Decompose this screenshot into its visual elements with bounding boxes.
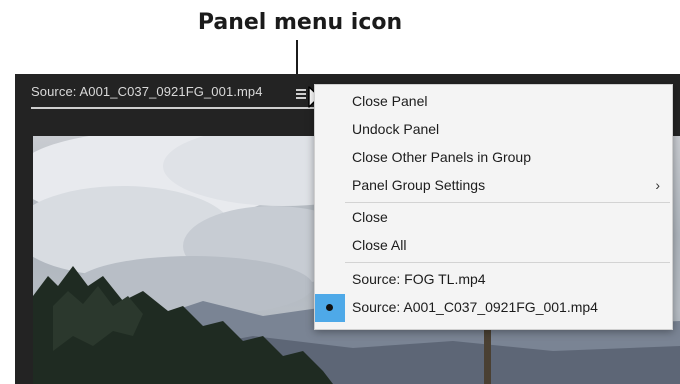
menu-separator bbox=[345, 202, 670, 203]
menu-item-label: Close Panel bbox=[352, 93, 428, 109]
menu-item-label: Source: A001_C037_0921FG_001.mp4 bbox=[352, 299, 598, 315]
menu-item-label: Close Other Panels in Group bbox=[352, 149, 531, 165]
menu-item-label: Close All bbox=[352, 237, 407, 253]
menu-item-close-other-panels[interactable]: Close Other Panels in Group bbox=[315, 144, 672, 172]
panel-context-menu: Close Panel Undock Panel Close Other Pan… bbox=[314, 84, 673, 330]
menu-item-close-panel[interactable]: Close Panel bbox=[315, 88, 672, 116]
chevron-right-icon: › bbox=[655, 177, 660, 193]
panel-tab-underline bbox=[31, 107, 316, 109]
menu-item-label: Undock Panel bbox=[352, 121, 440, 137]
menu-item-close[interactable]: Close bbox=[315, 204, 672, 232]
callout-title: Panel menu icon bbox=[197, 10, 403, 35]
menu-item-undock-panel[interactable]: Undock Panel bbox=[315, 116, 672, 144]
menu-item-label: Source: FOG TL.mp4 bbox=[352, 271, 486, 287]
menu-item-label: Close bbox=[352, 209, 388, 225]
hamburger-icon[interactable] bbox=[296, 89, 306, 99]
menu-item-close-all[interactable]: Close All bbox=[315, 232, 672, 260]
panel-tab-source[interactable]: Source: A001_C037_0921FG_001.mp4 bbox=[31, 84, 263, 99]
menu-item-label: Panel Group Settings bbox=[352, 177, 486, 193]
selected-bullet-icon bbox=[315, 294, 345, 322]
menu-item-panel-group-settings[interactable]: Panel Group Settings › bbox=[315, 172, 672, 200]
menu-separator bbox=[345, 262, 670, 263]
menu-item-source-current[interactable]: Source: A001_C037_0921FG_001.mp4 bbox=[315, 294, 672, 322]
menu-item-source-fog[interactable]: Source: FOG TL.mp4 bbox=[315, 266, 672, 294]
